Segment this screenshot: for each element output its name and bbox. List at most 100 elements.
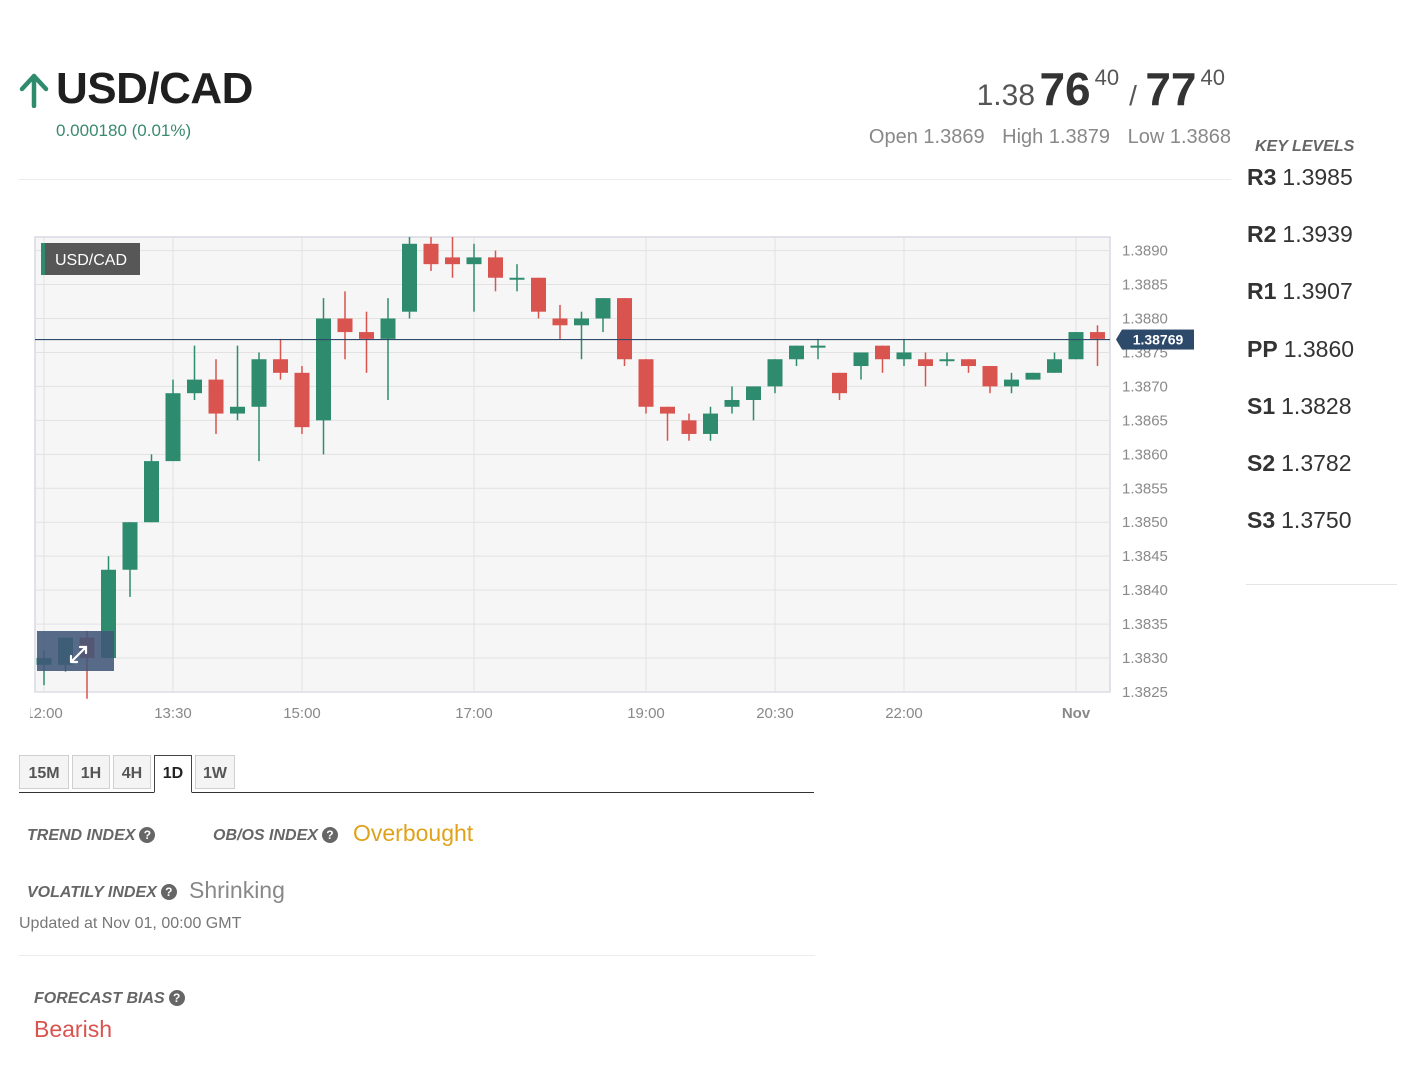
candle bbox=[703, 413, 718, 434]
key-level-name: S2 bbox=[1247, 450, 1276, 476]
candle bbox=[789, 345, 804, 360]
y-tick-label: 1.3890 bbox=[1122, 243, 1168, 260]
y-tick-label: 1.3840 bbox=[1122, 582, 1168, 599]
candle bbox=[552, 318, 568, 326]
candle bbox=[359, 332, 374, 339]
candle bbox=[230, 406, 245, 414]
low-value: Low 1.3868 bbox=[1127, 126, 1231, 148]
candle bbox=[660, 406, 675, 414]
candle bbox=[294, 372, 310, 428]
x-tick-label: 19:00 bbox=[627, 705, 665, 722]
key-level-value: 1.3985 bbox=[1282, 164, 1353, 190]
tab-1w[interactable]: 1W bbox=[195, 755, 235, 789]
candle bbox=[445, 257, 460, 265]
bid-prefix: 1.38 bbox=[976, 79, 1035, 112]
candle bbox=[402, 243, 417, 312]
candle bbox=[531, 277, 546, 312]
candle bbox=[875, 345, 890, 360]
x-tick-label: 17:00 bbox=[455, 705, 493, 722]
help-icon[interactable]: ? bbox=[160, 884, 177, 900]
x-tick-label: 13:30 bbox=[154, 705, 192, 722]
price-chart[interactable]: 1.38901.38851.38801.38751.38701.38651.38… bbox=[30, 230, 1210, 730]
key-level-value: 1.3907 bbox=[1282, 278, 1353, 305]
forecast-bias-label: FORECAST BIAS? bbox=[34, 990, 185, 1008]
candle bbox=[681, 420, 697, 434]
bid-small: 40 bbox=[1094, 65, 1120, 90]
divider bbox=[19, 179, 1231, 180]
x-tick-label: 12:00 bbox=[30, 705, 63, 722]
candle bbox=[767, 359, 783, 387]
updated-timestamp: Updated at Nov 01, 00:00 GMT bbox=[19, 915, 242, 932]
timeframe-tabs: 15M 1H 4H 1D 1W bbox=[19, 754, 814, 793]
help-icon[interactable]: ? bbox=[139, 827, 156, 843]
x-tick-label: Nov bbox=[1062, 705, 1091, 722]
candle bbox=[1047, 359, 1062, 373]
ask-small: 40 bbox=[1200, 65, 1225, 90]
y-tick-label: 1.3830 bbox=[1122, 650, 1168, 667]
candle bbox=[939, 359, 955, 362]
key-level-value: 1.3939 bbox=[1282, 221, 1353, 248]
candle bbox=[918, 359, 933, 367]
candle bbox=[638, 359, 654, 407]
tab-15m[interactable]: 15M bbox=[19, 755, 69, 789]
key-level-r2: R2 1.3939 bbox=[1247, 221, 1353, 248]
open-value: Open 1.3869 bbox=[868, 126, 985, 148]
candle bbox=[1004, 379, 1019, 387]
y-tick-label: 1.3860 bbox=[1122, 446, 1168, 463]
key-level-value: 1.3828 bbox=[1281, 392, 1352, 419]
tab-1h[interactable]: 1H bbox=[72, 755, 110, 789]
key-level-r3: R3 1.3985 bbox=[1247, 164, 1353, 191]
candle bbox=[961, 359, 976, 367]
candle bbox=[208, 379, 224, 414]
ask-big: 77 bbox=[1145, 63, 1197, 115]
help-icon[interactable]: ? bbox=[321, 827, 338, 843]
candle bbox=[1068, 332, 1084, 360]
key-level-s1: S1 1.3828 bbox=[1247, 393, 1352, 420]
candle bbox=[595, 298, 611, 319]
key-level-pp: PP 1.3860 bbox=[1247, 336, 1354, 363]
candle bbox=[273, 359, 288, 373]
key-level-s2: S2 1.3782 bbox=[1247, 450, 1352, 477]
price-change: 0.000180 (0.01%) bbox=[56, 121, 192, 140]
y-tick-label: 1.3850 bbox=[1122, 514, 1168, 531]
volatility-index-value: Shrinking bbox=[189, 877, 285, 903]
y-tick-label: 1.3880 bbox=[1122, 310, 1168, 327]
key-level-value: 1.3782 bbox=[1281, 450, 1352, 476]
bid-big: 76 bbox=[1039, 63, 1091, 115]
candle bbox=[488, 257, 503, 278]
trend-index-label: TREND INDEX? bbox=[27, 827, 156, 845]
expand-button[interactable] bbox=[37, 631, 114, 671]
candle bbox=[1090, 332, 1105, 339]
x-tick-label: 15:00 bbox=[283, 705, 321, 722]
key-level-value: 1.3860 bbox=[1283, 335, 1355, 362]
candle bbox=[251, 359, 267, 407]
obos-index-text: OB/OS INDEX bbox=[213, 827, 318, 844]
volatility-index-text: VOLATILY INDEX bbox=[27, 884, 157, 901]
forecast-bias-text: FORECAST BIAS bbox=[34, 990, 165, 1007]
quote-slash: / bbox=[1129, 80, 1137, 111]
x-tick-label: 22:00 bbox=[885, 705, 923, 722]
ohl-summary: Open 1.3869 High 1.3879 Low 1.3868 bbox=[857, 126, 1231, 149]
candle bbox=[832, 372, 847, 394]
key-level-name: R1 bbox=[1247, 278, 1277, 305]
candle bbox=[724, 399, 740, 407]
candle bbox=[122, 522, 138, 570]
tab-1d[interactable]: 1D bbox=[154, 755, 192, 793]
candle bbox=[982, 366, 998, 387]
candle bbox=[316, 318, 331, 421]
key-level-name: R3 bbox=[1247, 164, 1277, 190]
candle bbox=[1025, 372, 1041, 380]
candle bbox=[617, 298, 632, 360]
candle bbox=[810, 345, 826, 348]
candle bbox=[144, 461, 159, 523]
tab-4h[interactable]: 4H bbox=[113, 755, 151, 789]
candle bbox=[337, 318, 353, 333]
key-level-name: PP bbox=[1247, 335, 1278, 362]
help-icon[interactable]: ? bbox=[168, 990, 185, 1006]
chart-symbol-label: USD/CAD bbox=[55, 252, 127, 269]
current-price-label: 1.38769 bbox=[1133, 332, 1184, 348]
key-level-name: S1 bbox=[1247, 392, 1276, 419]
key-levels-title: KEY LEVELS bbox=[1255, 138, 1355, 155]
obos-index-label: OB/OS INDEX? bbox=[213, 827, 338, 845]
x-tick-label: 20:30 bbox=[756, 705, 794, 722]
